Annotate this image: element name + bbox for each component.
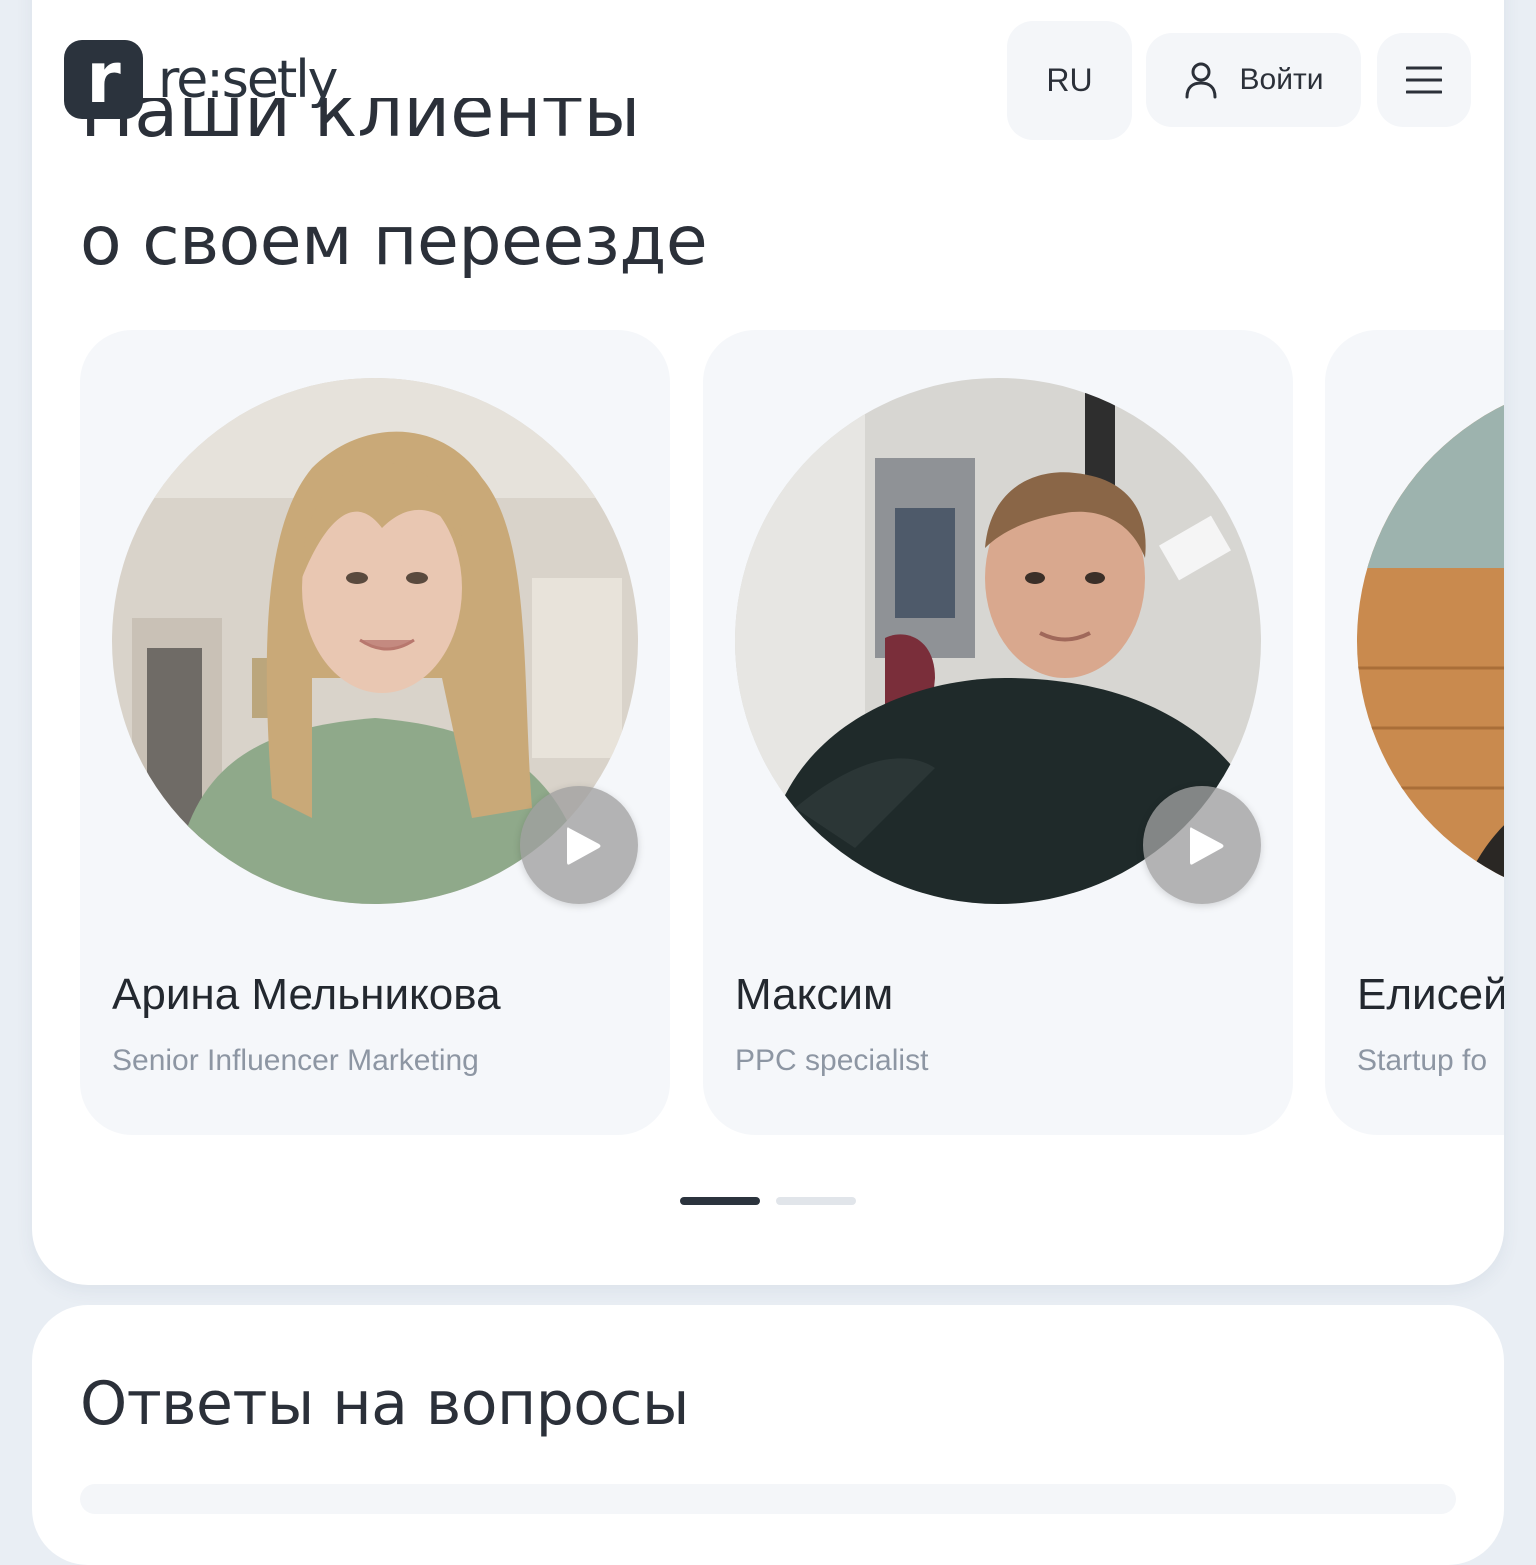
logo-mark: r: [64, 40, 143, 119]
carousel-pagination: [680, 1197, 872, 1205]
login-button[interactable]: Войти: [1146, 33, 1361, 127]
hamburger-icon: [1406, 66, 1442, 94]
login-label: Войти: [1239, 63, 1324, 96]
section-title-line2: о своем переезде: [80, 202, 708, 281]
pagination-dot[interactable]: [776, 1197, 856, 1205]
play-icon: [567, 827, 601, 865]
review-card[interactable]: Елисей Startup fo: [1325, 330, 1504, 1135]
user-icon: [1185, 62, 1217, 99]
review-card[interactable]: Максим PPC specialist: [703, 330, 1293, 1135]
client-role: PPC specialist: [735, 1044, 929, 1077]
logo[interactable]: r re:setly: [64, 40, 338, 119]
review-card-clip: Елисей Startup fo: [1325, 330, 1504, 1135]
play-video-button[interactable]: [520, 786, 638, 904]
client-role: Startup fo: [1357, 1044, 1488, 1077]
pagination-dot-active[interactable]: [680, 1197, 760, 1205]
language-switch-button[interactable]: RU: [1007, 21, 1132, 140]
client-name: Максим: [735, 970, 894, 1019]
logo-wordmark: re:setly: [158, 49, 338, 110]
play-icon: [1190, 827, 1224, 865]
faq-item[interactable]: [80, 1484, 1456, 1514]
client-photo: [1357, 378, 1504, 904]
client-role: Senior Influencer Marketing: [112, 1044, 479, 1077]
faq-title: Ответы на вопросы: [80, 1369, 689, 1439]
review-card[interactable]: Арина Мельникова Senior Influencer Marke…: [80, 330, 670, 1135]
play-video-button[interactable]: [1143, 786, 1261, 904]
menu-button[interactable]: [1377, 33, 1471, 127]
client-name: Арина Мельникова: [112, 970, 501, 1019]
client-name: Елисей: [1357, 970, 1504, 1019]
